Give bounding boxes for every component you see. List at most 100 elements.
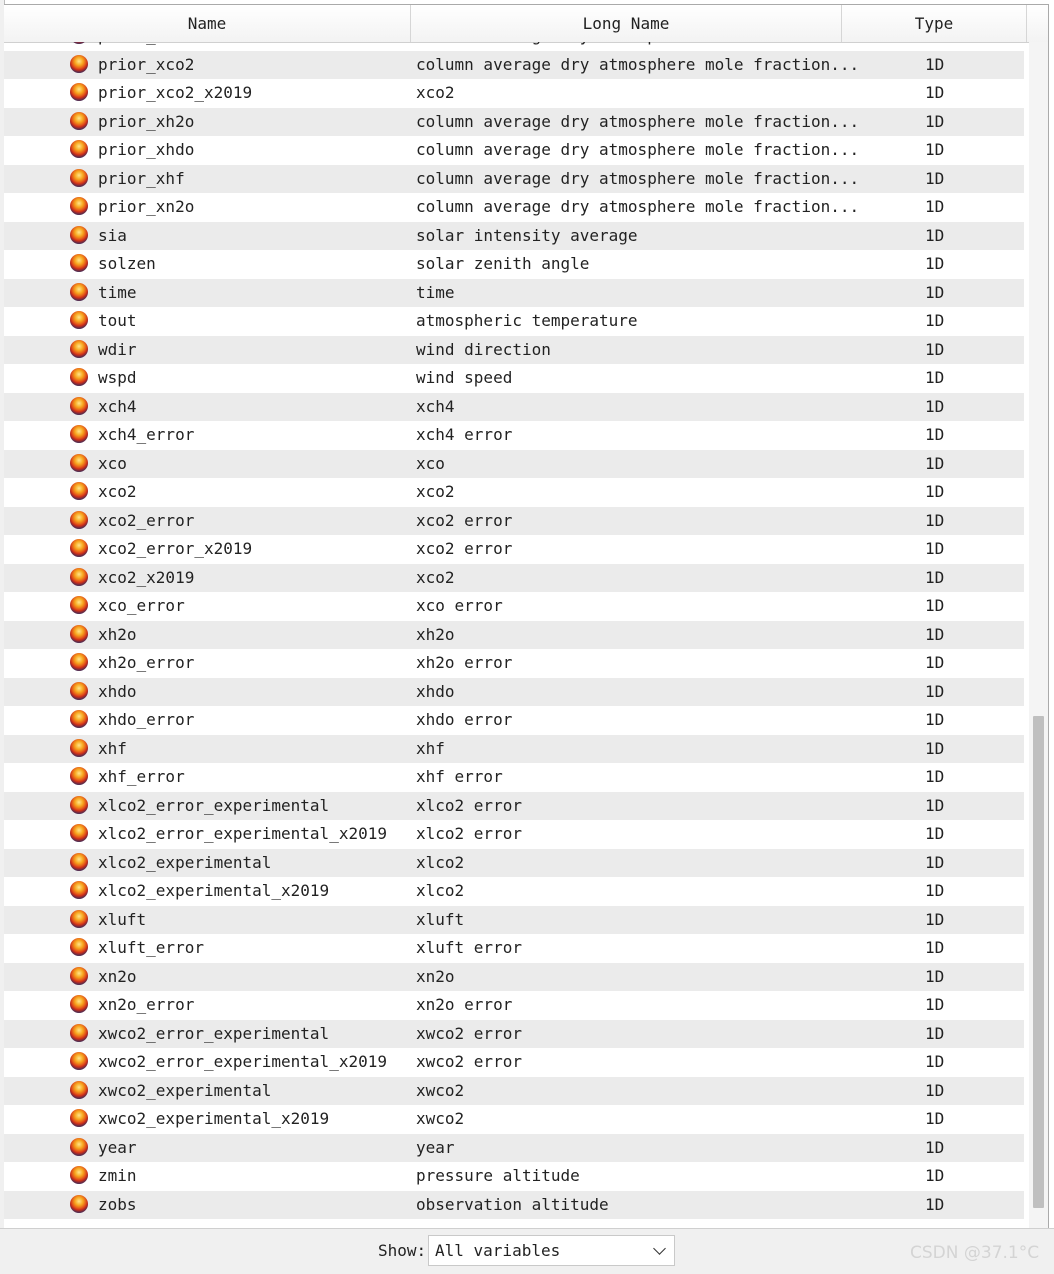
cell-name: solzen	[98, 254, 156, 273]
table-row[interactable]: xlco2_error_experimental_x2019 xlco2 erro…	[4, 820, 1024, 849]
table-row[interactable]: xhdo_error xhdo error 1D	[4, 706, 1024, 735]
table-row[interactable]: tout atmospheric temperature 1D	[4, 307, 1024, 336]
table-row[interactable]: xwco2_error_experimental xwco2 error 1D	[4, 1019, 1024, 1048]
cell-type: 1D	[925, 368, 945, 387]
table-row[interactable]: xco2 xco2 1D	[4, 478, 1024, 507]
show-filter-select[interactable]: All variables	[428, 1235, 675, 1266]
table-row[interactable]: xhf xhf 1D	[4, 734, 1024, 763]
cell-long-name: wind direction	[416, 339, 551, 359]
cell-type: 1D	[925, 767, 945, 786]
cell-long-name: xh2o error	[416, 653, 513, 672]
cell-name: wdir	[98, 339, 137, 359]
cell-long-name: xh2o	[416, 624, 455, 644]
table-row[interactable]: xch4_error xch4 error 1D	[4, 421, 1024, 450]
table-row[interactable]: prior_xco2 column average dry atmosphere …	[4, 50, 1024, 79]
column-header-long-name[interactable]: Long Name	[411, 5, 842, 42]
variable-globe-icon	[70, 510, 88, 529]
table-row[interactable]: zmin pressure altitude 1D	[4, 1162, 1024, 1191]
cell-type: 1D	[925, 738, 945, 758]
cell-type: 1D	[925, 510, 945, 530]
table-header: Name Long Name Type	[4, 5, 1048, 43]
table-row[interactable]: xco2_error_x2019 xco2 error 1D	[4, 535, 1024, 564]
table-row[interactable]: prior_xn2o column average dry atmosphere …	[4, 193, 1024, 222]
cell-long-name: xhf	[416, 738, 445, 758]
cell-name: xco_error	[98, 596, 185, 615]
table-body: prior_xcocolumn average dry atmosphere m…	[4, 42, 1024, 1229]
cell-long-name: solar zenith angle	[416, 254, 590, 273]
cell-name: prior_xco	[98, 42, 185, 51]
table-row[interactable]: xco2_error xco2 error 1D	[4, 506, 1024, 535]
cell-long-name: xwco2	[416, 1080, 465, 1100]
watermark: CSDN @37.1°C	[910, 1243, 1040, 1263]
cell-long-name: solar intensity average	[416, 225, 638, 245]
table-row[interactable]: xhf_error xhf error 1D	[4, 763, 1024, 792]
column-header-type[interactable]: Type	[842, 5, 1027, 42]
table-row[interactable]: xh2o_error xh2o error 1D	[4, 649, 1024, 678]
cell-type: 1D	[925, 1052, 945, 1071]
table-row[interactable]: xluft xluft 1D	[4, 905, 1024, 934]
cell-type: 1D	[925, 225, 945, 245]
table-row[interactable]: wspd wind speed 1D	[4, 364, 1024, 393]
table-row[interactable]: xwco2_experimental_x2019 xwco2 1D	[4, 1105, 1024, 1134]
table-row[interactable]: xwco2_experimental xwco2 1D	[4, 1076, 1024, 1105]
cell-name: xn2o	[98, 966, 137, 986]
variable-globe-icon	[70, 140, 88, 158]
cell-type: 1D	[925, 995, 945, 1014]
cell-name: xwco2_experimental_x2019	[98, 1109, 330, 1128]
table-row[interactable]: xwco2_error_experimental_x2019 xwco2 erro…	[4, 1048, 1024, 1077]
cell-name: sia	[98, 225, 127, 245]
table-row[interactable]: zobs observation altitude 1D	[4, 1190, 1024, 1219]
table-row[interactable]: prior_xco column average dry atmosphere m…	[4, 42, 1024, 51]
cell-long-name: xlco2 error	[416, 824, 522, 843]
cell-name: xh2o_error	[98, 653, 195, 672]
table-row[interactable]: xch4 xch4 1D	[4, 392, 1024, 421]
cell-type: 1D	[925, 282, 945, 302]
table-row[interactable]: xlco2_experimental_x2019 xlco2 1D	[4, 877, 1024, 906]
scrollbar-thumb[interactable]	[1033, 716, 1044, 1208]
table-row[interactable]: xco xco 1D	[4, 449, 1024, 478]
variable-globe-icon	[70, 852, 88, 871]
cell-type: 1D	[925, 1166, 945, 1185]
table-row[interactable]: time time 1D	[4, 278, 1024, 307]
cell-long-name: xlco2	[416, 852, 465, 872]
table-row[interactable]: xn2o_error xn2o error 1D	[4, 991, 1024, 1020]
cell-name: time	[98, 282, 137, 302]
variable-globe-icon	[70, 339, 88, 358]
variable-globe-icon	[70, 254, 88, 272]
cell-long-name: xn2o error	[416, 995, 513, 1014]
column-header-name[interactable]: Name	[4, 5, 411, 42]
variable-globe-icon	[70, 995, 88, 1013]
table-row[interactable]: prior_xco2_x2019 xco2 1D	[4, 79, 1024, 108]
cell-long-name: column average dry atmosphere mole fract…	[416, 140, 860, 159]
cell-type: 1D	[925, 624, 945, 644]
cell-name: xlco2_error_experimental_x2019	[98, 824, 387, 843]
table-row[interactable]: year year 1D	[4, 1133, 1024, 1162]
table-row[interactable]: xco_error xco error 1D	[4, 592, 1024, 621]
table-row[interactable]: prior_xhf column average dry atmosphere m…	[4, 164, 1024, 193]
table-row[interactable]: xlco2_error_experimental xlco2 error 1D	[4, 791, 1024, 820]
cell-type: 1D	[925, 396, 945, 416]
cell-name: xhf	[98, 738, 127, 758]
table-row[interactable]: xh2o xh2o 1D	[4, 620, 1024, 649]
variable-globe-icon	[70, 482, 88, 500]
table-row[interactable]: solzen solar zenith angle 1D	[4, 250, 1024, 279]
table-row[interactable]: wdir wind direction 1D	[4, 335, 1024, 364]
show-filter-value: All variables	[435, 1241, 561, 1260]
cell-name: prior_xn2o	[98, 197, 195, 216]
table-row[interactable]: xlco2_experimental xlco2 1D	[4, 848, 1024, 877]
variable-globe-icon	[70, 1166, 88, 1184]
variable-globe-icon	[70, 396, 88, 415]
table-row[interactable]: xn2o xn2o 1D	[4, 962, 1024, 991]
variable-globe-icon	[70, 368, 88, 386]
vertical-scrollbar[interactable]	[1029, 42, 1048, 1229]
table-row[interactable]: xhdo xhdo 1D	[4, 677, 1024, 706]
cell-name: xco	[98, 453, 127, 473]
table-row[interactable]: sia solar intensity average 1D	[4, 221, 1024, 250]
cell-name: prior_xhf	[98, 168, 185, 188]
table-row[interactable]: prior_xh2o column average dry atmosphere …	[4, 107, 1024, 136]
cell-long-name: xn2o	[416, 966, 455, 986]
table-row[interactable]: prior_xhdo column average dry atmosphere …	[4, 136, 1024, 165]
table-row[interactable]: xluft_error xluft error 1D	[4, 934, 1024, 963]
cell-name: xhdo_error	[98, 710, 195, 729]
table-row[interactable]: xco2_x2019 xco2 1D	[4, 563, 1024, 592]
